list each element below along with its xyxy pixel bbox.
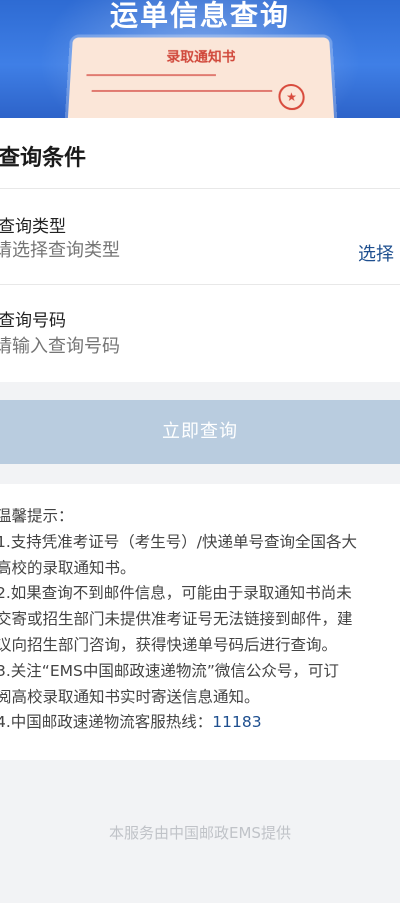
footer-provider-text: 本服务由中国邮政EMS提供 (109, 824, 291, 842)
tips-text: 温馨提示： 1.支持凭准考证号（考生号）/快递单号查询全国各大 高校的录取通知书… (0, 504, 400, 736)
tips-section: 温馨提示： 1.支持凭准考证号（考生号）/快递单号查询全国各大 高校的录取通知书… (0, 484, 400, 760)
query-number-input[interactable] (0, 336, 334, 357)
banner-title: 运单信息查询 (109, 0, 290, 32)
tips-line: 3.关注“EMS中国邮政速递物流”微信公众号，可订 (0, 661, 339, 680)
query-number-label: 查询号码 (0, 311, 66, 331)
query-type-label: 查询类型 (0, 217, 66, 237)
card-title: 查询条件 (0, 146, 87, 171)
seal-icon: ★ (278, 84, 306, 111)
letter-line (86, 74, 216, 77)
tips-line: 高校的录取通知书。 (0, 558, 136, 577)
divider (0, 188, 400, 189)
divider (0, 284, 400, 285)
hotline-prefix: 4.中国邮政速递物流客服热线： (0, 713, 213, 732)
banner: 运单信息查询 录取通知书 ★ (0, 0, 400, 118)
letter-title: 录取通知书 (166, 49, 236, 66)
letter-line (91, 89, 273, 92)
tips-line: 1.支持凭准考证号（考生号）/快递单号查询全国各大 (0, 532, 358, 551)
tips-line: 阅高校录取通知书实时寄送信息通知。 (0, 687, 260, 706)
hotline-number-link[interactable]: 11183 (212, 713, 261, 731)
tips-line: 2.如果查询不到邮件信息，可能由于录取通知书尚未 (0, 584, 352, 603)
select-type-button[interactable]: 选择 (358, 240, 394, 266)
admission-letter-illustration: 录取通知书 ★ (67, 37, 335, 118)
query-type-field[interactable] (0, 240, 334, 261)
tips-line: 交寄或招生部门未提供准考证号无法链接到邮件，建 (0, 610, 353, 629)
tips-line: 议向招生部门咨询，获得快递单号码后进行查询。 (0, 635, 338, 654)
tips-hotline-line: 4.中国邮政速递物流客服热线：11183 (0, 710, 400, 736)
query-now-button[interactable]: 立即查询 (0, 400, 400, 464)
query-conditions-card: 查询条件 查询类型 选择 查询号码 (0, 118, 400, 382)
tips-heading: 温馨提示： (0, 507, 74, 525)
